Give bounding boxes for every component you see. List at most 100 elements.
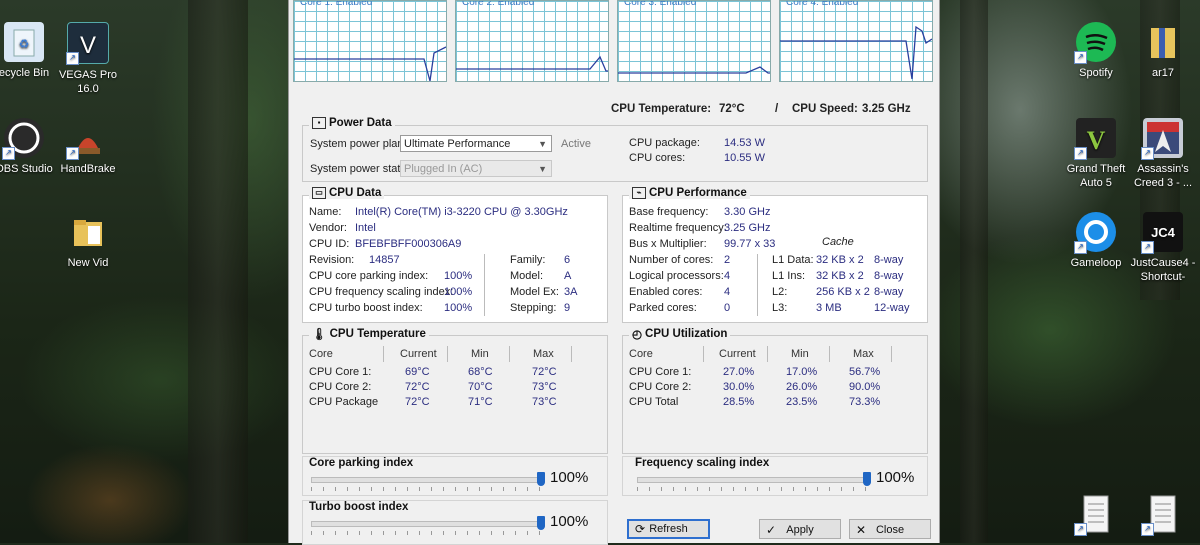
turbo-boost-slider-value: 100% bbox=[550, 513, 589, 530]
power-plan-status: Active bbox=[561, 138, 591, 150]
logical-processors-label: Logical processors: bbox=[629, 270, 724, 282]
table-cell: 72°C bbox=[405, 396, 430, 408]
gameloop-icon: ↗ bbox=[1074, 212, 1116, 254]
obs-icon: ↗ bbox=[2, 118, 44, 160]
cpu-temperature-group: 🌡 CPU Temperature Core Current Min Max CP… bbox=[302, 327, 608, 454]
gta-v-icon: V ↗ bbox=[1074, 118, 1116, 160]
cpu-id-value: BFEBFBFF000306A9 bbox=[355, 238, 462, 250]
desktop-icon-new-vid[interactable]: New Vid bbox=[52, 212, 124, 270]
temp-header-max: Max bbox=[533, 348, 554, 360]
monitor-icon: ▭ bbox=[312, 187, 326, 199]
turbo-boost-slider-thumb[interactable] bbox=[537, 516, 545, 530]
battery-icon: ▪ bbox=[312, 117, 326, 129]
core-parking-slider[interactable] bbox=[311, 477, 545, 483]
util-header-max: Max bbox=[853, 348, 874, 360]
desktop-icon-ar17[interactable]: ar17 bbox=[1127, 22, 1199, 80]
l3-label: L3: bbox=[772, 302, 788, 314]
logical-processors-value: 4 bbox=[724, 270, 731, 282]
desktop-icon-label: OBS Studio bbox=[0, 163, 53, 175]
frequency-scaling-slider[interactable] bbox=[637, 477, 871, 483]
close-button[interactable]: ✕ Close bbox=[849, 519, 931, 539]
model-ex-value: 3A bbox=[564, 286, 578, 298]
l1-ins-value: 32 KB x 2 bbox=[816, 270, 864, 282]
svg-text:V: V bbox=[1087, 126, 1106, 155]
table-row-label: CPU Total bbox=[629, 396, 679, 408]
core-parking-slider-thumb[interactable] bbox=[537, 472, 545, 486]
l1-data-value: 32 KB x 2 bbox=[816, 254, 864, 266]
desktop-icon-spotify[interactable]: ↗ Spotify bbox=[1060, 22, 1132, 80]
frequency-scaling-slider-thumb[interactable] bbox=[863, 472, 871, 486]
svg-text:JC4: JC4 bbox=[1151, 225, 1176, 240]
core-graph-label: Core 2: Enabled bbox=[462, 0, 535, 8]
refresh-button[interactable]: ⟳ Refresh bbox=[627, 519, 710, 539]
cpu-id-label: CPU ID: bbox=[309, 238, 350, 250]
cpu-package-label: CPU package: bbox=[629, 137, 700, 149]
parked-cores-label: Parked cores: bbox=[629, 302, 697, 314]
table-cell: 26.0% bbox=[786, 381, 818, 393]
turbo-boost-slider[interactable] bbox=[311, 521, 545, 527]
slider-ticks bbox=[311, 487, 543, 491]
util-header-core: Core bbox=[629, 348, 653, 360]
apply-button[interactable]: ✓ Apply bbox=[759, 519, 841, 539]
cpu-utilization-group: ◴ CPU Utilization Core Current Min Max CP… bbox=[622, 327, 928, 454]
slider-ticks bbox=[311, 531, 543, 535]
cpu-temperature-label: CPU Temperature: bbox=[611, 103, 712, 115]
column-divider bbox=[484, 254, 485, 316]
desktop-icon-document-2[interactable]: ↗ bbox=[1127, 494, 1199, 538]
table-cell: 17.0% bbox=[786, 366, 818, 378]
cpu-data-group: ▭ CPU Data Name: Intel(R) Core(TM) i3-322… bbox=[302, 187, 608, 323]
desktop-icon-label: Gameloop bbox=[1070, 257, 1122, 269]
desktop-icon-document-1[interactable]: ↗ bbox=[1060, 494, 1132, 538]
core-1-graph: Core 1: Enabled bbox=[293, 0, 447, 82]
close-icon: ✕ bbox=[856, 523, 867, 537]
assassins-creed-icon: ↗ bbox=[1141, 118, 1183, 160]
power-plan-select[interactable]: Ultimate Performance ▼ bbox=[400, 135, 552, 152]
spotify-icon: ↗ bbox=[1074, 22, 1116, 64]
desktop-icon-obs-studio[interactable]: ↗ OBS Studio bbox=[0, 118, 60, 176]
cpu-vendor-value: Intel bbox=[355, 222, 376, 234]
frequency-scaling-slider-label: Frequency scaling index bbox=[635, 457, 770, 469]
l2-label: L2: bbox=[772, 286, 788, 298]
frequency-scaling-slider-group: Frequency scaling index 100% bbox=[622, 456, 928, 496]
turbo-boost-slider-label: Turbo boost index bbox=[309, 501, 409, 513]
cpu-monitor-window: Core 1: Enabled Core 2: Enabled Core 3: … bbox=[288, 0, 940, 545]
document-icon: ↗ bbox=[1141, 494, 1183, 536]
column-divider bbox=[757, 254, 758, 316]
table-cell: 27.0% bbox=[723, 366, 755, 378]
core-graph-label: Core 1: Enabled bbox=[300, 0, 373, 8]
table-row-label: CPU Core 2: bbox=[309, 381, 372, 393]
desktop-icon-handbrake[interactable]: ↗ HandBrake bbox=[52, 118, 124, 176]
table-cell: 70°C bbox=[468, 381, 493, 393]
desktop-icon-gameloop[interactable]: ↗ Gameloop bbox=[1060, 212, 1132, 270]
cpu-temperature-value: 72°C bbox=[719, 103, 745, 115]
desktop-icon-recycle-bin[interactable]: ♻ ecycle Bin bbox=[0, 22, 60, 80]
chevron-down-icon: ▼ bbox=[538, 164, 547, 174]
desktop-icon-assassins-creed[interactable]: ↗ Assassin's Creed 3 - ... bbox=[1127, 118, 1199, 190]
realtime-frequency-label: Realtime frequency: bbox=[629, 222, 727, 234]
number-of-cores-value: 2 bbox=[724, 254, 731, 266]
core-3-graph: Core 3: Enabled bbox=[617, 0, 771, 82]
model-ex-label: Model Ex: bbox=[510, 286, 559, 298]
revision-value: 14857 bbox=[369, 254, 400, 266]
desktop-icon-label: ar17 bbox=[1151, 67, 1175, 79]
desktop-icon-label: Assassin's Creed 3 - ... bbox=[1133, 163, 1193, 189]
document-icon: ↗ bbox=[1074, 494, 1116, 536]
folder-icon bbox=[68, 212, 108, 252]
power-data-group: ▪ Power Data System power plan: Ultimate … bbox=[302, 117, 928, 182]
family-value: 6 bbox=[564, 254, 571, 266]
parked-cores-value: 0 bbox=[724, 302, 731, 314]
svg-text:V: V bbox=[80, 32, 96, 59]
desktop-icon-justcause4[interactable]: JC4 ↗ JustCause4 - Shortcut- bbox=[1127, 212, 1199, 284]
desktop-icon-gta5[interactable]: V ↗ Grand Theft Auto 5 bbox=[1060, 118, 1132, 190]
l1-ins-label: L1 Ins: bbox=[772, 270, 806, 282]
svg-text:♻: ♻ bbox=[19, 37, 30, 51]
table-row-label: CPU Package bbox=[309, 396, 379, 408]
checkmark-icon: ✓ bbox=[766, 523, 777, 537]
cpu-cores-power-label: CPU cores: bbox=[629, 152, 686, 164]
temp-header-min: Min bbox=[471, 348, 489, 360]
cpu-cores-power-value: 10.55 W bbox=[724, 152, 765, 164]
table-cell: 73°C bbox=[532, 396, 557, 408]
base-frequency-label: Base frequency: bbox=[629, 206, 709, 218]
desktop-icon-vegas-pro[interactable]: V ↗ VEGAS Pro 16.0 bbox=[52, 22, 124, 96]
table-row-label: CPU Core 2: bbox=[629, 381, 692, 393]
